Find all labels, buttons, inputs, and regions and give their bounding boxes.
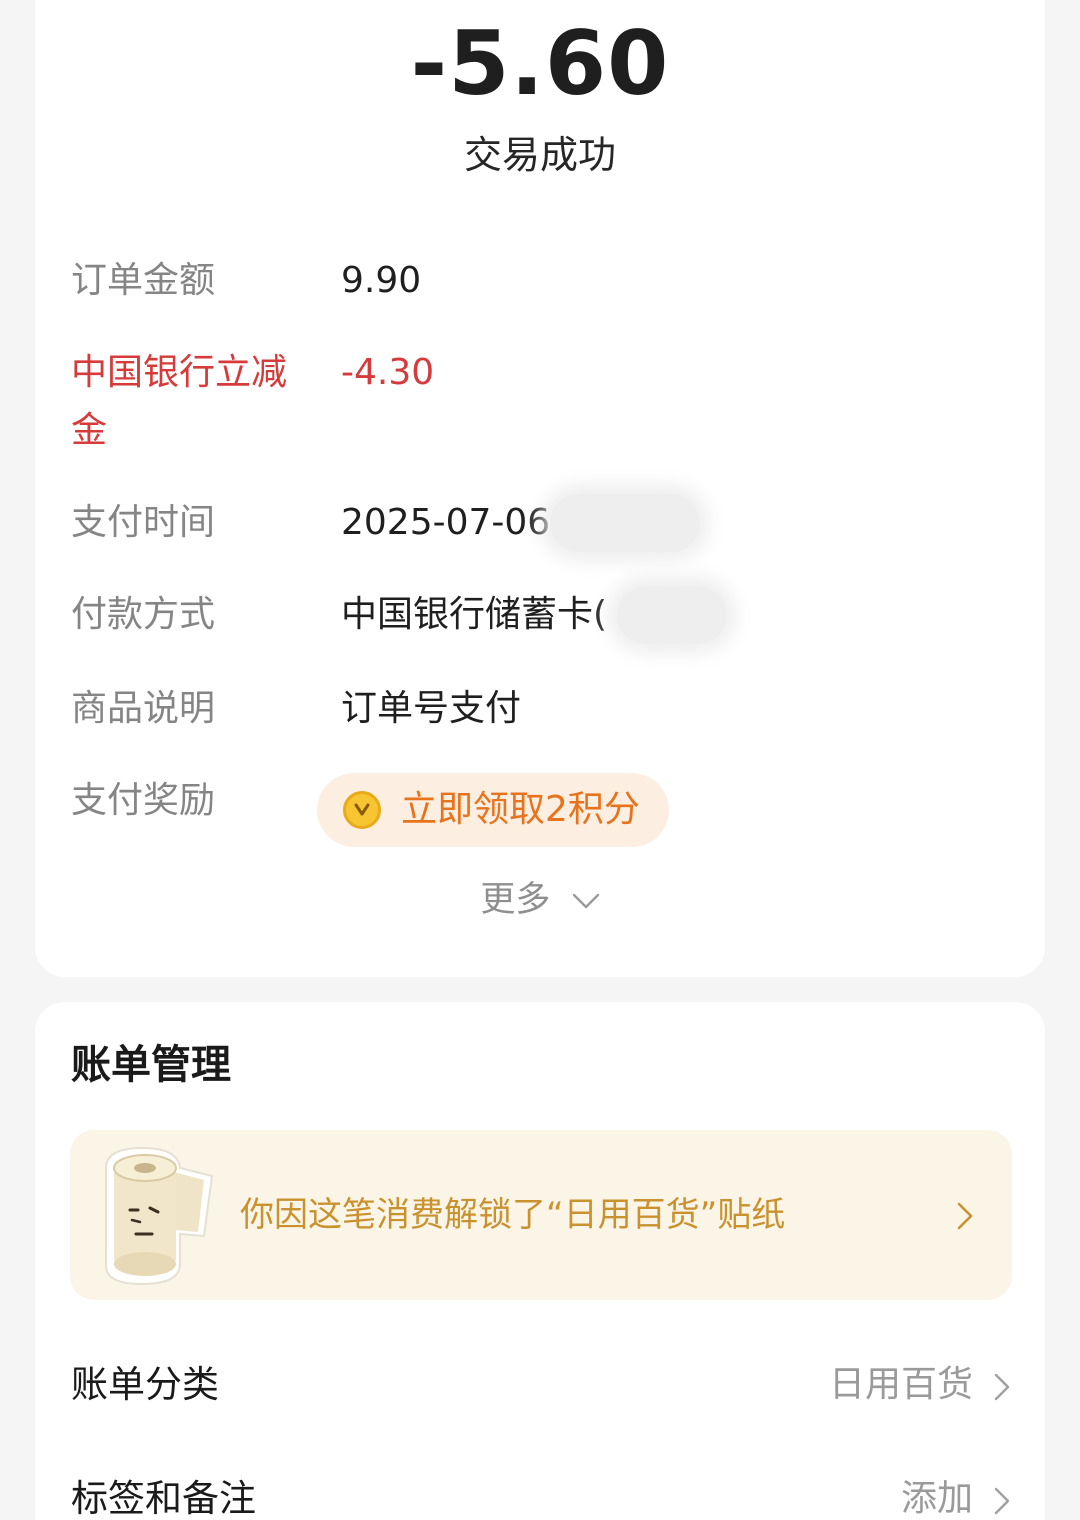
transaction-summary-card: -5.60 交易成功 订单金额 9.90 中国银行立减 金 -4.30 支付时间…: [35, 0, 1045, 977]
sticker-unlock-banner[interactable]: 你因这笔消费解锁了“日用百货”贴纸: [70, 1130, 1012, 1300]
toilet-roll-sticker-icon: [105, 1146, 214, 1286]
bill-category-label: 账单分类: [71, 1363, 219, 1406]
chevron-right-icon: [994, 1487, 1010, 1515]
reward-label: 支付奖励: [71, 780, 216, 821]
discount-label-line2: 金: [71, 410, 108, 451]
transaction-status: 交易成功: [463, 133, 616, 177]
pay-time-value: 2025-07-06: [341, 502, 551, 543]
pay-time-label: 支付时间: [71, 502, 216, 543]
discount-value: -4.30: [341, 352, 435, 393]
claim-points-label: 立即领取2积分: [401, 789, 640, 830]
bill-category-value: 日用百货: [828, 1364, 973, 1405]
tags-notes-value: 添加: [900, 1478, 973, 1519]
coin-icon: [343, 791, 381, 829]
bill-category-row[interactable]: 账单分类 日用百货: [35, 1350, 1045, 1420]
bill-management-card: 账单管理 你因这笔消费解锁了“日用百货”贴纸 账单分类 日用百货 标签和备注 添…: [35, 1002, 1045, 1520]
order-amount-value: 9.90: [341, 260, 422, 301]
discount-label-line1: 中国银行立减: [71, 352, 288, 393]
more-label: 更多: [480, 880, 551, 920]
more-toggle[interactable]: 更多: [35, 876, 1045, 924]
transaction-detail-page: -5.60 交易成功 订单金额 9.90 中国银行立减 金 -4.30 支付时间…: [0, 0, 1080, 1520]
claim-points-button[interactable]: 立即领取2积分: [317, 773, 669, 847]
card-number-redaction: [617, 586, 727, 644]
tags-notes-label: 标签和备注: [71, 1477, 256, 1520]
pay-time-redaction: [550, 494, 700, 552]
transaction-amount: -5.60: [410, 12, 670, 115]
chevron-right-icon: [957, 1202, 973, 1230]
product-label: 商品说明: [71, 688, 216, 729]
bill-management-title: 账单管理: [71, 1042, 231, 1088]
chevron-down-icon: [572, 893, 599, 909]
pay-method-label: 付款方式: [71, 594, 216, 635]
sticker-unlock-text: 你因这笔消费解锁了“日用百货”贴纸: [240, 1195, 786, 1235]
discount-label: 中国银行立减 金: [71, 344, 311, 460]
order-amount-label: 订单金额: [71, 260, 216, 301]
product-value: 订单号支付: [341, 688, 522, 729]
chevron-right-icon: [994, 1373, 1010, 1401]
pay-method-value[interactable]: 中国银行储蓄卡(: [341, 586, 607, 644]
tags-notes-row[interactable]: 标签和备注 添加: [35, 1464, 1045, 1520]
